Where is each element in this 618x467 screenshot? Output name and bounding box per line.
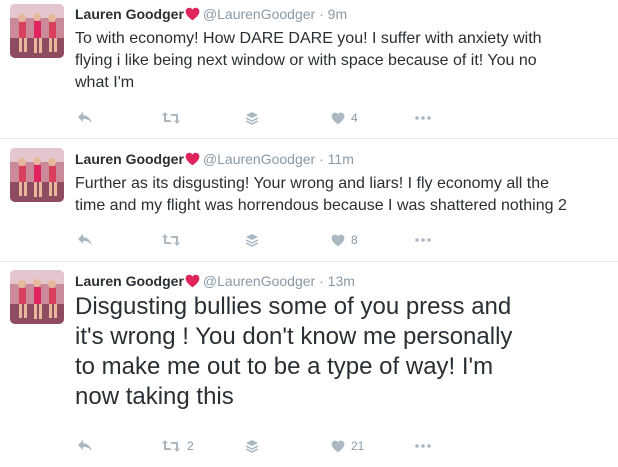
heart-emoji-icon (185, 274, 200, 291)
tweet-header: Lauren Goodger @LaurenGoodger · 13m (75, 273, 355, 291)
tweet-actions: 8 (75, 229, 615, 251)
more-button[interactable] (415, 107, 431, 129)
display-name[interactable]: Lauren Goodger (75, 273, 184, 289)
buffer-icon (245, 233, 259, 247)
user-handle[interactable]: @LaurenGoodger (203, 273, 315, 289)
tweet-text: Further as its disgusting! Your wrong an… (75, 173, 605, 217)
retweet-button[interactable]: 2 (161, 435, 194, 457)
tweet-text-line: To with economy! How DARE DARE you! I su… (75, 30, 542, 47)
tweet-text: To with economy! How DARE DARE you! I su… (75, 28, 605, 94)
reply-button[interactable] (77, 435, 93, 457)
like-icon (331, 234, 345, 247)
tweet-text-line: time and my flight was horrendous becaus… (75, 197, 567, 214)
tweet-header: Lauren Goodger @LaurenGoodger · 11m (75, 151, 354, 169)
user-handle[interactable]: @LaurenGoodger (203, 6, 315, 22)
display-name[interactable]: Lauren Goodger (75, 6, 184, 22)
tweet-header: Lauren Goodger @LaurenGoodger · 9m (75, 6, 347, 24)
retweet-button[interactable] (161, 229, 187, 251)
tweet-text: Disgusting bullies some of you press and… (75, 292, 605, 412)
avatar[interactable] (10, 4, 64, 58)
like-button[interactable]: 21 (331, 435, 364, 457)
retweet-icon (161, 233, 181, 247)
more-icon (415, 116, 431, 120)
like-icon (331, 112, 345, 125)
more-button[interactable] (415, 229, 431, 251)
tweet-text-line: Further as its disgusting! Your wrong an… (75, 175, 550, 192)
tweet-text-line: now taking this (75, 383, 234, 410)
tweet-text-line: flying i like being next window or with … (75, 52, 537, 69)
separator-dot: · (319, 151, 324, 167)
retweet-button[interactable] (161, 107, 187, 129)
tweet-text-line: what I'm (75, 74, 135, 91)
reply-button[interactable] (77, 107, 93, 129)
heart-emoji-icon (185, 7, 200, 24)
tweet-divider (0, 138, 618, 139)
reply-icon (77, 439, 93, 453)
retweet-icon (161, 111, 181, 125)
reply-icon (77, 111, 93, 125)
buffer-icon (245, 111, 259, 125)
more-icon (415, 238, 431, 242)
avatar[interactable] (10, 270, 64, 324)
more-icon (415, 444, 431, 448)
like-count: 8 (351, 233, 358, 247)
tweet-actions: 2 21 (75, 435, 615, 457)
buffer-button[interactable] (245, 435, 259, 457)
like-button[interactable]: 8 (331, 229, 358, 251)
buffer-icon (245, 439, 259, 453)
like-icon (331, 440, 345, 453)
tweet-actions: 4 (75, 107, 615, 129)
like-count: 4 (351, 111, 358, 125)
avatar[interactable] (10, 148, 64, 202)
timestamp[interactable]: 11m (328, 151, 354, 167)
like-button[interactable]: 4 (331, 107, 358, 129)
tweet-text-line: to make me out to be a type of way! I'm (75, 353, 494, 380)
retweet-icon (161, 439, 181, 453)
timestamp[interactable]: 9m (328, 6, 347, 22)
separator-dot: · (319, 6, 324, 22)
like-count: 21 (351, 439, 365, 453)
reply-button[interactable] (77, 229, 93, 251)
separator-dot: · (319, 273, 324, 289)
tweet-divider (0, 261, 618, 262)
heart-emoji-icon (185, 152, 200, 169)
user-handle[interactable]: @LaurenGoodger (203, 151, 315, 167)
timestamp[interactable]: 13m (328, 273, 355, 289)
tweet-text-line: it's wrong ! You don't know me personall… (75, 323, 513, 350)
display-name[interactable]: Lauren Goodger (75, 151, 184, 167)
reply-icon (77, 233, 93, 247)
buffer-button[interactable] (245, 229, 259, 251)
buffer-button[interactable] (245, 107, 259, 129)
retweet-count: 2 (187, 439, 194, 453)
tweet-text-line: Disgusting bullies some of you press and (75, 293, 512, 320)
more-button[interactable] (415, 435, 431, 457)
